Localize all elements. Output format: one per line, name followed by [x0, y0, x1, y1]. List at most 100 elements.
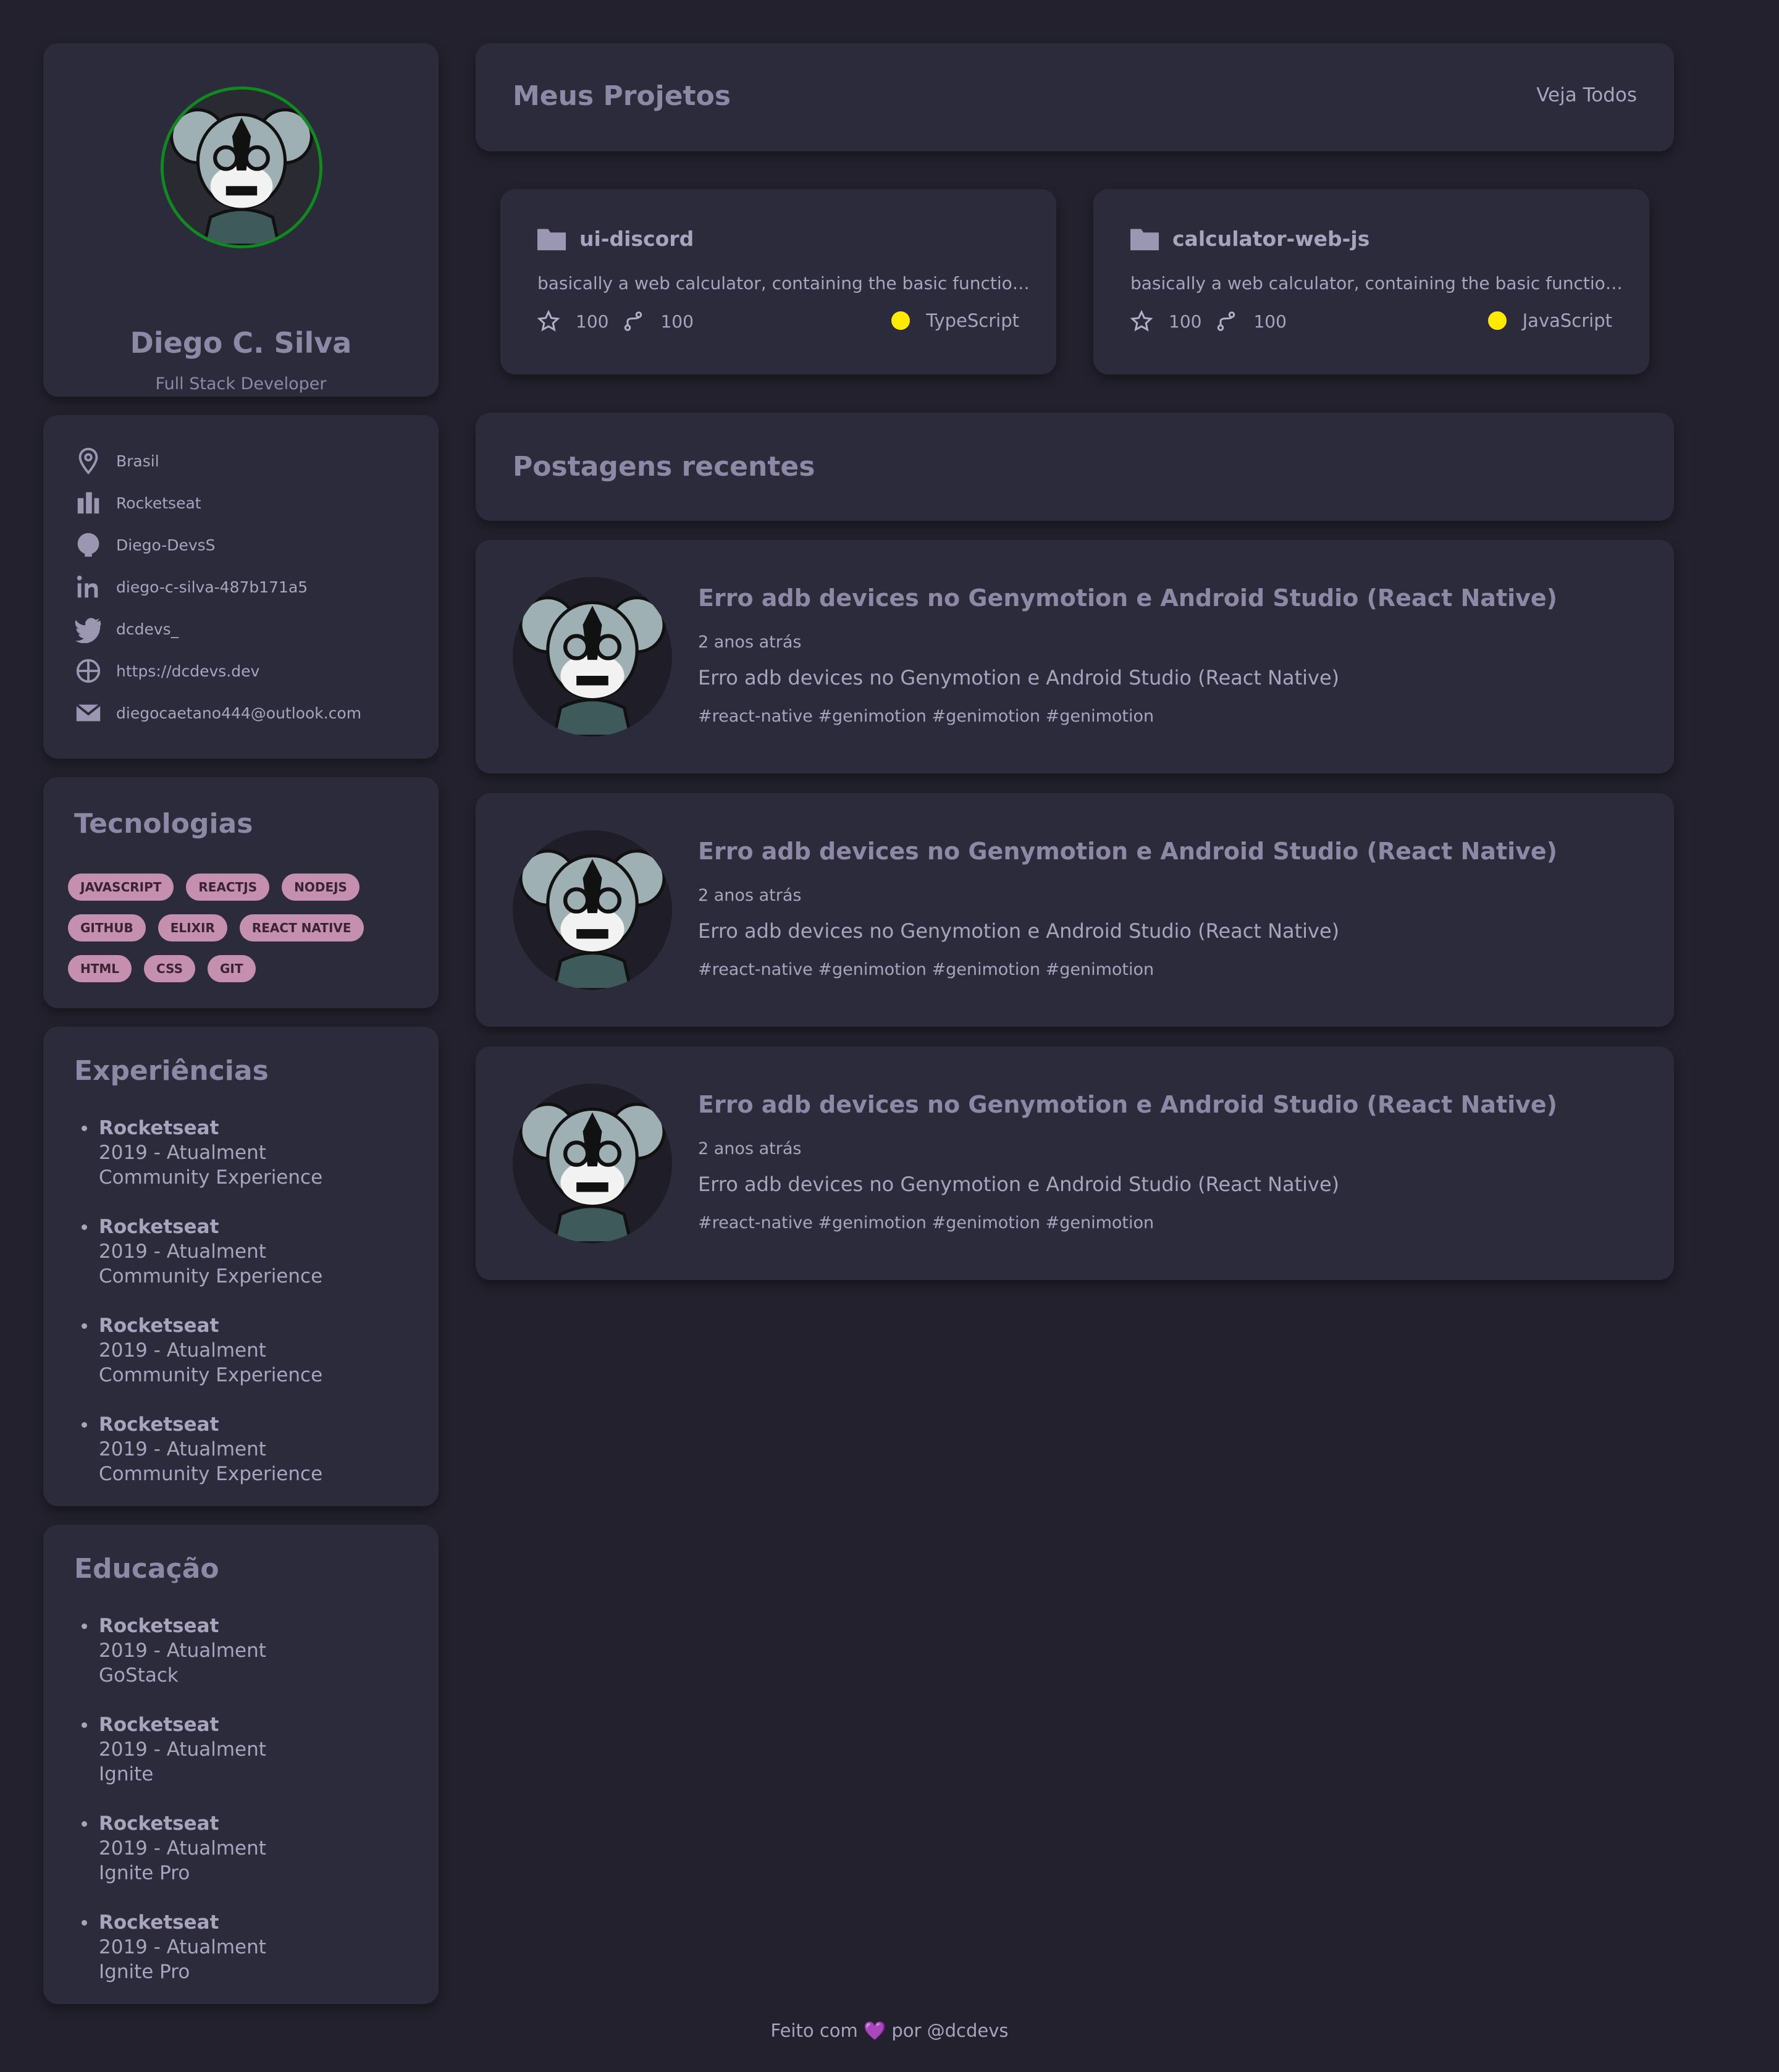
folder-icon	[537, 229, 566, 251]
post-time: 2 anos atrás	[698, 633, 802, 652]
info-location: Brasil	[74, 445, 159, 477]
post-tags: #react-native #genimotion #genimotion #g…	[698, 960, 1154, 979]
education-school: Rocketseat	[99, 1615, 219, 1637]
tech-card: Tecnologias JAVASCRIPT REACTJS NODEJS GI…	[43, 777, 439, 1008]
footer-suffix[interactable]: por @dcdevs	[891, 2020, 1008, 2041]
education-course: GoStack	[99, 1664, 179, 1687]
project-title[interactable]: ui-discord	[537, 226, 694, 251]
koala-avatar-icon	[519, 849, 666, 990]
avatar	[161, 86, 322, 248]
fork-icon	[1218, 311, 1235, 331]
post-body: Erro adb devices no Genymotion e Android…	[698, 1173, 1340, 1196]
footer-prefix: Feito com	[770, 2020, 858, 2041]
globe-icon	[76, 659, 101, 683]
tech-tag: REACTJS	[186, 874, 270, 901]
education-item: Rocketseat 2019 - Atualment GoStack	[82, 1614, 266, 1712]
tech-tag: REACT NATIVE	[239, 914, 364, 941]
info-company-text: Rocketseat	[116, 494, 201, 512]
post-avatar	[513, 577, 672, 736]
tech-tag: HTML	[68, 955, 132, 982]
info-email-text[interactable]: diegocaetano444@outlook.com	[116, 704, 361, 722]
experience-role: Community Experience	[99, 1364, 323, 1386]
tech-tags: JAVASCRIPT REACTJS NODEJS GITHUB ELIXIR …	[68, 874, 402, 982]
building-icon	[77, 492, 99, 514]
project-title[interactable]: calculator-web-js	[1130, 226, 1369, 251]
education-item: Rocketseat 2019 - Atualment Ignite	[82, 1712, 266, 1811]
project-stars: 100	[1169, 311, 1202, 332]
education-title: Educação	[74, 1553, 219, 1585]
info-website[interactable]: https://dcdevs.dev	[74, 655, 259, 687]
post-card[interactable]: Erro adb devices no Genymotion e Android…	[476, 540, 1674, 773]
post-card[interactable]: Erro adb devices no Genymotion e Android…	[476, 1047, 1674, 1280]
fork-icon	[625, 311, 642, 331]
post-avatar	[513, 1084, 672, 1243]
post-title[interactable]: Erro adb devices no Genymotion e Android…	[698, 584, 1557, 612]
post-title[interactable]: Erro adb devices no Genymotion e Android…	[698, 838, 1557, 865]
project-card[interactable]: calculator-web-js basically a web calcul…	[1093, 189, 1649, 374]
info-linkedin-text[interactable]: diego-c-silva-487b171a5	[116, 578, 308, 596]
post-body: Erro adb devices no Genymotion e Android…	[698, 666, 1340, 689]
project-forks: 100	[1253, 311, 1287, 332]
info-linkedin[interactable]: diego-c-silva-487b171a5	[74, 571, 308, 603]
post-time: 2 anos atrás	[698, 886, 802, 905]
info-email[interactable]: diegocaetano444@outlook.com	[74, 697, 361, 729]
info-card: Brasil Rocketseat Diego-DevsS diego-c-si…	[43, 415, 439, 759]
info-location-text: Brasil	[116, 452, 159, 470]
github-icon	[77, 533, 99, 557]
experience-period: 2019 - Atualment	[99, 1438, 266, 1460]
project-language-text: TypeScript	[926, 310, 1019, 331]
info-github[interactable]: Diego-DevsS	[74, 529, 216, 561]
experience-item: Rocketseat 2019 - Atualment Community Ex…	[81, 1116, 323, 1215]
projects-title: Meus Projetos	[513, 80, 731, 112]
project-name[interactable]: calculator-web-js	[1172, 227, 1369, 251]
post-body: Erro adb devices no Genymotion e Android…	[698, 919, 1340, 943]
linkedin-icon	[77, 575, 98, 598]
post-tags: #react-native #genimotion #genimotion #g…	[698, 1213, 1154, 1232]
footer: Feito com 💜 por @dcdevs	[0, 2020, 1779, 2042]
education-item: Rocketseat 2019 - Atualment Ignite Pro	[82, 1910, 266, 2009]
koala-avatar-icon	[519, 596, 666, 736]
profile-role: Full Stack Developer	[155, 374, 327, 394]
education-school: Rocketseat	[99, 1813, 219, 1835]
education-course: Ignite	[99, 1763, 154, 1785]
see-all-link[interactable]: Veja Todos	[1536, 84, 1637, 106]
project-forks: 100	[660, 311, 694, 332]
language-dot	[1487, 311, 1507, 330]
project-name[interactable]: ui-discord	[579, 227, 694, 251]
info-website-text[interactable]: https://dcdevs.dev	[116, 662, 259, 680]
education-period: 2019 - Atualment	[99, 1936, 266, 1958]
profile-name: Diego C. Silva	[130, 326, 352, 360]
info-github-text[interactable]: Diego-DevsS	[116, 536, 216, 554]
folder-icon	[1130, 229, 1159, 251]
post-title[interactable]: Erro adb devices no Genymotion e Android…	[698, 1091, 1557, 1118]
experience-item: Rocketseat 2019 - Atualment Community Ex…	[81, 1215, 322, 1313]
project-description: basically a web calculator, containing t…	[537, 273, 1032, 293]
post-card[interactable]: Erro adb devices no Genymotion e Android…	[476, 793, 1674, 1027]
education-card: Educação Rocketseat 2019 - Atualment GoS…	[43, 1525, 439, 2004]
project-stats: 100 100	[537, 310, 707, 332]
education-school: Rocketseat	[99, 1714, 219, 1736]
education-period: 2019 - Atualment	[99, 1640, 266, 1662]
project-language: JavaScript	[1487, 310, 1612, 331]
project-language-text: JavaScript	[1522, 310, 1612, 331]
koala-avatar-icon	[519, 1102, 666, 1243]
education-list: Rocketseat 2019 - Atualment GoStack Rock…	[82, 1614, 266, 2009]
education-course: Ignite Pro	[99, 1961, 190, 1983]
experience-role: Community Experience	[99, 1166, 323, 1189]
experience-role: Community Experience	[99, 1463, 323, 1485]
education-item: Rocketseat 2019 - Atualment Ignite Pro	[82, 1811, 266, 1910]
experience-company: Rocketseat	[99, 1117, 219, 1139]
experience-company: Rocketseat	[99, 1413, 219, 1436]
tech-tag: JAVASCRIPT	[68, 874, 174, 901]
education-period: 2019 - Atualment	[99, 1738, 266, 1761]
experiences-card: Experiências Rocketseat 2019 - Atualment…	[43, 1027, 439, 1506]
info-twitter-text[interactable]: dcdevs_	[116, 620, 179, 638]
education-course: Ignite Pro	[99, 1862, 190, 1884]
education-school: Rocketseat	[99, 1911, 219, 1934]
info-twitter[interactable]: dcdevs_	[74, 613, 179, 645]
projects-header: Meus Projetos Veja Todos	[476, 43, 1674, 151]
project-card[interactable]: ui-discord basically a web calculator, c…	[500, 189, 1056, 374]
experience-item: Rocketseat 2019 - Atualment Community Ex…	[81, 1412, 323, 1511]
posts-title: Postagens recentes	[513, 451, 815, 482]
heart-icon: 💜	[863, 2020, 886, 2041]
